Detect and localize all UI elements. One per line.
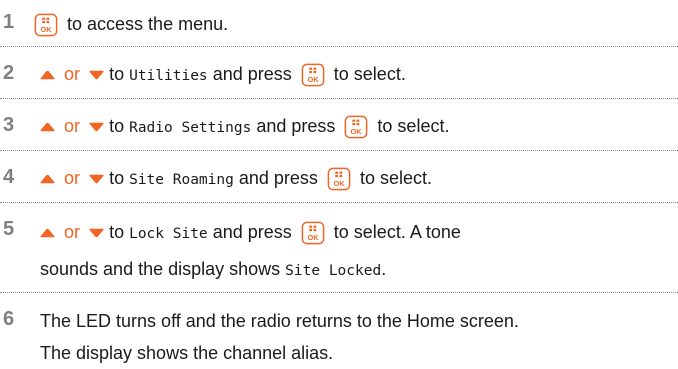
step-number: 3 xyxy=(3,114,15,136)
procedure-steps: 1 to access the menu. 2 or to Utilities … xyxy=(0,0,678,363)
step-2: 2 or to Utilities and press to select. xyxy=(0,47,678,99)
down-arrow-icon xyxy=(89,122,104,132)
step-text: sounds and the display shows xyxy=(40,259,281,279)
step-line-1: The LED turns off and the radio returns … xyxy=(40,311,519,331)
menu-ok-button-icon xyxy=(344,115,368,139)
step-number: 5 xyxy=(3,218,15,240)
step-line-1: or to Lock Site and press to select. A t… xyxy=(40,215,674,252)
to-select-text: to select. xyxy=(359,168,433,188)
display-text: Site Locked xyxy=(285,263,382,279)
up-arrow-icon xyxy=(40,228,55,238)
to-select-text: to select. xyxy=(333,64,406,84)
to-text: to xyxy=(109,222,125,242)
to-select-text: to select. A tone xyxy=(333,222,461,242)
up-arrow-icon xyxy=(40,174,55,184)
step-content: The LED turns off and the radio returns … xyxy=(40,305,674,369)
menu-item-name: Utilities xyxy=(129,68,208,84)
down-arrow-icon xyxy=(89,70,104,80)
step-1: 1 to access the menu. xyxy=(0,0,678,47)
menu-ok-button-icon xyxy=(327,167,351,191)
up-arrow-icon xyxy=(40,122,55,132)
step-3: 3 or to Radio Settings and press to sele… xyxy=(0,99,678,151)
to-text: to xyxy=(109,168,125,188)
step-line-2: sounds and the display shows Site Locked… xyxy=(40,252,674,289)
to-text: to xyxy=(109,116,125,136)
menu-item-name: Site Roaming xyxy=(129,172,234,188)
step-5: 5 or to Lock Site and press to select. A… xyxy=(0,203,678,293)
menu-ok-button-icon xyxy=(301,63,325,87)
period-text: . xyxy=(381,259,387,279)
step-number: 1 xyxy=(3,11,15,33)
step-content: or to Radio Settings and press to select… xyxy=(40,111,674,143)
menu-item-name: Lock Site xyxy=(129,226,208,242)
menu-item-name: Radio Settings xyxy=(129,120,252,136)
step-number: 6 xyxy=(3,308,15,330)
menu-ok-button-icon xyxy=(301,221,325,245)
or-text: or xyxy=(64,64,81,84)
or-text: or xyxy=(64,222,81,242)
step-content: or to Lock Site and press to select. A t… xyxy=(40,215,674,289)
and-press-text: and press xyxy=(238,168,318,188)
step-text: to access the menu. xyxy=(67,14,229,34)
step-number: 4 xyxy=(3,166,15,188)
step-6: 6 The LED turns off and the radio return… xyxy=(0,293,678,363)
down-arrow-icon xyxy=(89,228,104,238)
up-arrow-icon xyxy=(40,70,55,80)
or-text: or xyxy=(64,116,81,136)
to-select-text: to select. xyxy=(377,116,450,136)
step-content: or to Site Roaming and press to select. xyxy=(40,163,674,195)
step-content: to access the menu. xyxy=(30,9,674,39)
and-press-text: and press xyxy=(256,116,336,136)
menu-ok-button-icon xyxy=(34,13,58,37)
step-line-2: The display shows the channel alias. xyxy=(40,343,334,363)
step-4: 4 or to Site Roaming and press to select… xyxy=(0,151,678,203)
and-press-text: and press xyxy=(212,222,292,242)
and-press-text: and press xyxy=(212,64,292,84)
to-text: to xyxy=(109,64,125,84)
down-arrow-icon xyxy=(89,174,104,184)
step-number: 2 xyxy=(3,62,15,84)
step-content: or to Utilities and press to select. xyxy=(40,59,674,91)
or-text: or xyxy=(64,168,81,188)
